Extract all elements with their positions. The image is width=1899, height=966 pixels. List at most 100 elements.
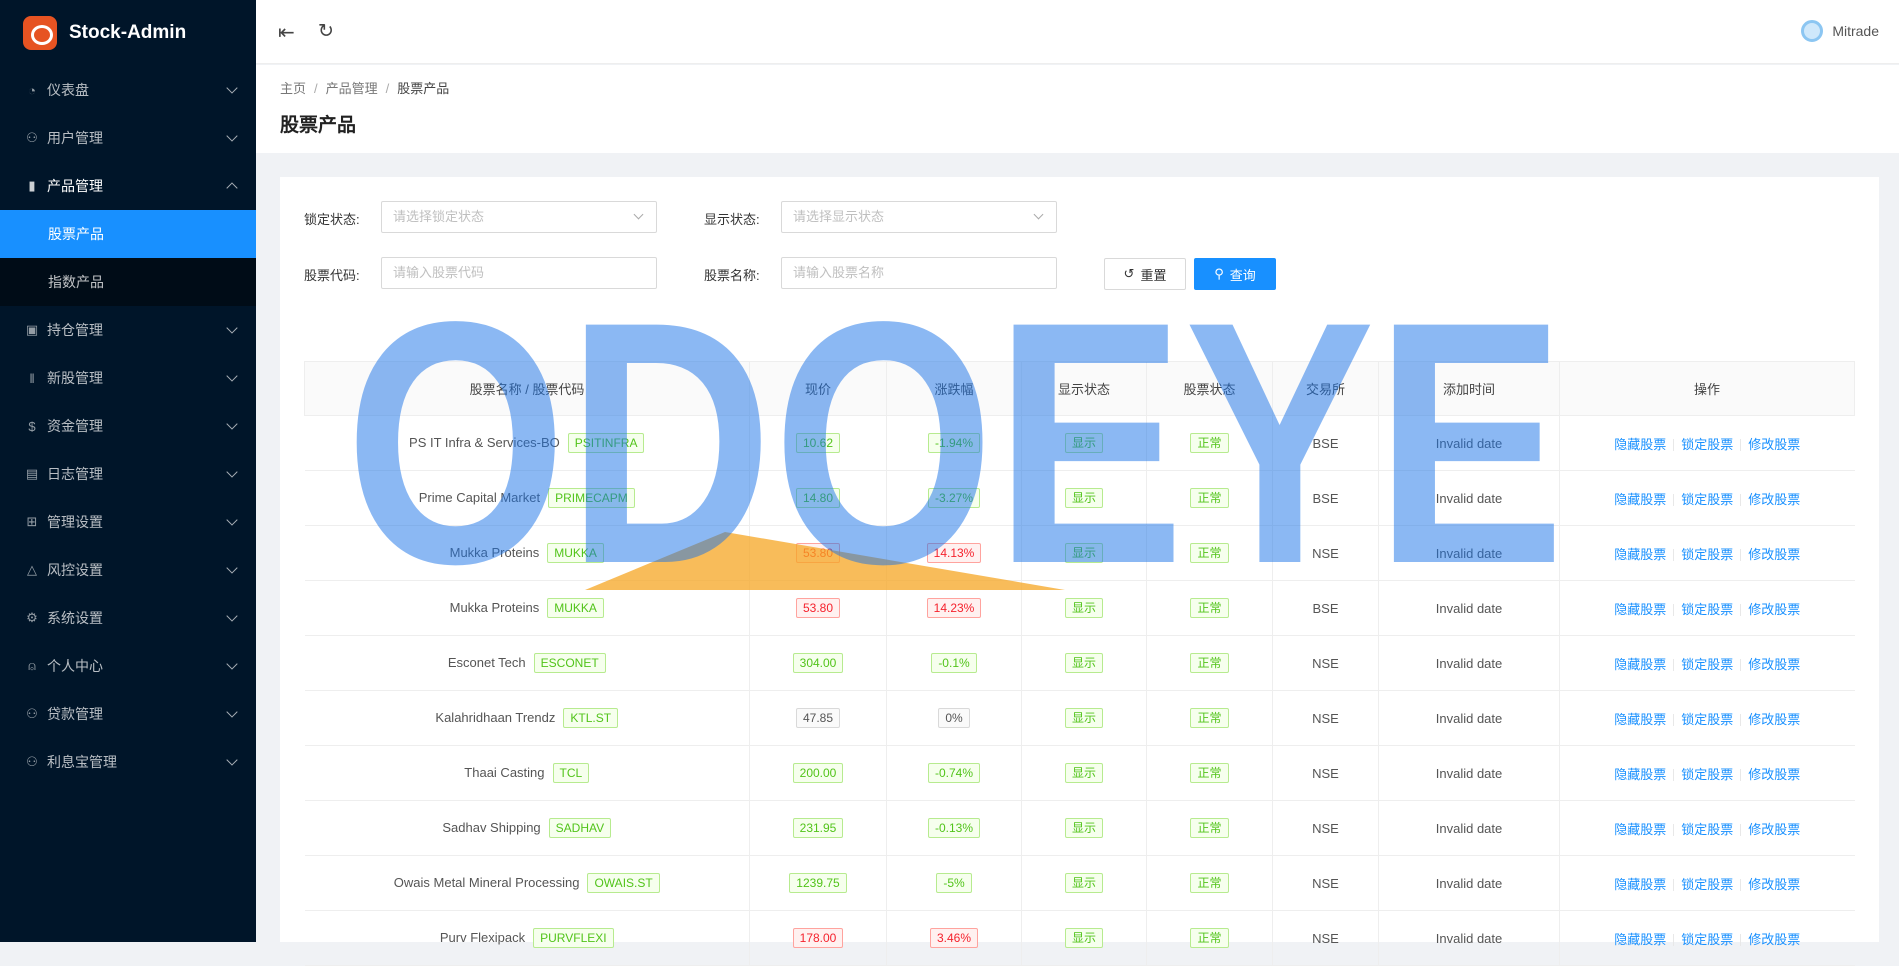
table-row: Kalahridhaan Trendz KTL.ST 47.85 0% 显示 正常 NSE I… [304, 690, 1855, 746]
cell-added: Invalid date [1378, 525, 1560, 581]
sidebar-item-7[interactable]: ⊞ 管理设置 [0, 498, 256, 546]
col-exchange: 交易所 [1272, 361, 1379, 416]
sidebar-item-9[interactable]: ⚙ 系统设置 [0, 594, 256, 642]
breadcrumb-product[interactable]: 产品管理 [326, 81, 378, 96]
price-tag: 47.85 [795, 708, 841, 728]
stock-name: Kalahridhaan Trendz [435, 710, 556, 725]
hide-stock-link[interactable]: 隐藏股票 [1614, 932, 1666, 947]
hide-stock-link[interactable]: 隐藏股票 [1614, 822, 1666, 837]
refresh-icon[interactable]: ↻ [318, 20, 334, 43]
cell-price: 53.80 [749, 525, 887, 581]
app-logo[interactable]: Stock-Admin [0, 0, 256, 66]
lock-stock-link[interactable]: 锁定股票 [1681, 932, 1733, 947]
stock-code-input[interactable]: 请输入股票代码 [381, 257, 657, 289]
stock-name-input[interactable]: 请输入股票名称 [781, 257, 1057, 289]
cell-exchange: NSE [1272, 800, 1379, 856]
sidebar-subitem-0[interactable]: 股票产品 [0, 210, 256, 258]
cell-added: Invalid date [1378, 580, 1560, 636]
stock-name: Prime Capital Market [418, 490, 541, 505]
lock-stock-link[interactable]: 锁定股票 [1681, 547, 1733, 562]
cell-change: 14.13% [886, 525, 1022, 581]
edit-stock-link[interactable]: 修改股票 [1748, 932, 1800, 947]
cell-name: Owais Metal Mineral Processing OWAIS.ST [304, 855, 750, 911]
price-tag: 231.95 [792, 818, 844, 838]
table-row: Esconet Tech ESCONET 304.00 -0.1% 显示 正常 NSE Inv… [304, 635, 1855, 691]
sidebar-item-6[interactable]: ▤ 日志管理 [0, 450, 256, 498]
sidebar-item-0[interactable]: ◔ 仪表盘 [0, 66, 256, 114]
lock-stock-link[interactable]: 锁定股票 [1681, 767, 1733, 782]
lock-stock-link[interactable]: 锁定股票 [1681, 822, 1733, 837]
menu-fold-icon[interactable]: ⇤ [278, 20, 295, 45]
hide-stock-link[interactable]: 隐藏股票 [1614, 547, 1666, 562]
edit-stock-link[interactable]: 修改股票 [1748, 767, 1800, 782]
sidebar-item-5[interactable]: $ 资金管理 [0, 402, 256, 450]
change-tag: -0.13% [927, 818, 981, 838]
hide-stock-link[interactable]: 隐藏股票 [1614, 877, 1666, 892]
sidebar-item-12[interactable]: ⚇ 利息宝管理 [0, 738, 256, 786]
stock-name: PS IT Infra & Services-BO [409, 435, 560, 450]
edit-stock-link[interactable]: 修改股票 [1748, 877, 1800, 892]
cell-price: 53.80 [749, 580, 887, 636]
logo-icon [23, 16, 57, 50]
edit-stock-link[interactable]: 修改股票 [1748, 602, 1800, 617]
edit-stock-link[interactable]: 修改股票 [1748, 492, 1800, 507]
lock-stock-link[interactable]: 锁定股票 [1681, 877, 1733, 892]
hide-stock-link[interactable]: 隐藏股票 [1614, 437, 1666, 452]
cell-name: Prime Capital Market PRIMECAPM [304, 470, 750, 526]
price-tag: 200.00 [792, 763, 844, 783]
price-tag: 1239.75 [789, 873, 847, 893]
lock-stock-link[interactable]: 锁定股票 [1681, 492, 1733, 507]
change-tag: -1.94% [927, 433, 981, 453]
sidebar-item-11[interactable]: ⚇ 贷款管理 [0, 690, 256, 738]
cell-actions: 隐藏股票 锁定股票 修改股票 [1559, 635, 1855, 691]
cell-name: Kalahridhaan Trendz KTL.ST [304, 690, 750, 746]
sidebar-item-4[interactable]: ‖ 新股管理 [0, 354, 256, 402]
lock-stock-link[interactable]: 锁定股票 [1681, 712, 1733, 727]
sidebar-item-3[interactable]: ▣ 持仓管理 [0, 306, 256, 354]
lock-status-label: 锁定状态: [304, 212, 360, 227]
lock-stock-link[interactable]: 锁定股票 [1681, 657, 1733, 672]
show-status-tag: 显示 [1064, 543, 1103, 563]
sidebar-item-label: 用户管理 [47, 130, 103, 146]
query-button[interactable]: ⚲ 查询 [1194, 258, 1276, 290]
stock-code-label: 股票代码: [304, 268, 360, 283]
cell-name: Thaai Casting TCL [304, 745, 750, 801]
show-status-select[interactable]: 请选择显示状态 [781, 201, 1057, 233]
sidebar-item-2[interactable]: ▮ 产品管理 [0, 162, 256, 210]
cell-change: -3.27% [886, 470, 1022, 526]
hide-stock-link[interactable]: 隐藏股票 [1614, 712, 1666, 727]
lock-stock-link[interactable]: 锁定股票 [1681, 437, 1733, 452]
stock-code-placeholder: 请输入股票代码 [393, 265, 485, 280]
edit-stock-link[interactable]: 修改股票 [1748, 437, 1800, 452]
sidebar-item-label: 个人中心 [47, 658, 103, 674]
cell-change: -1.94% [886, 415, 1022, 471]
show-status-tag: 显示 [1064, 653, 1103, 673]
sidebar-item-label: 贷款管理 [47, 706, 103, 722]
cell-actions: 隐藏股票 锁定股票 修改股票 [1559, 470, 1855, 526]
reset-button[interactable]: ↺ 重置 [1104, 258, 1186, 290]
sidebar-item-10[interactable]: ⍝ 个人中心 [0, 642, 256, 690]
cell-actions: 隐藏股票 锁定股票 修改股票 [1559, 745, 1855, 801]
stock-status-tag: 正常 [1190, 598, 1229, 618]
edit-stock-link[interactable]: 修改股票 [1748, 547, 1800, 562]
edit-stock-link[interactable]: 修改股票 [1748, 822, 1800, 837]
sidebar-item-8[interactable]: △ 风控设置 [0, 546, 256, 594]
sidebar-item-1[interactable]: ⚇ 用户管理 [0, 114, 256, 162]
stock-code-tag: SADHAV [548, 818, 612, 838]
cell-exchange: NSE [1272, 910, 1379, 966]
hide-stock-link[interactable]: 隐藏股票 [1614, 602, 1666, 617]
money-icon: $ [28, 418, 36, 434]
sidebar-subitem-1[interactable]: 指数产品 [0, 258, 256, 306]
edit-stock-link[interactable]: 修改股票 [1748, 712, 1800, 727]
user-menu[interactable]: Mitrade [1801, 20, 1879, 42]
avatar [1801, 20, 1824, 42]
hide-stock-link[interactable]: 隐藏股票 [1614, 767, 1666, 782]
lock-status-select[interactable]: 请选择锁定状态 [381, 201, 657, 233]
breadcrumb-home[interactable]: 主页 [280, 81, 306, 96]
chevron-down-icon [226, 514, 238, 526]
lock-stock-link[interactable]: 锁定股票 [1681, 602, 1733, 617]
hide-stock-link[interactable]: 隐藏股票 [1614, 657, 1666, 672]
loan-icon: ⚇ [26, 706, 38, 721]
hide-stock-link[interactable]: 隐藏股票 [1614, 492, 1666, 507]
edit-stock-link[interactable]: 修改股票 [1748, 657, 1800, 672]
